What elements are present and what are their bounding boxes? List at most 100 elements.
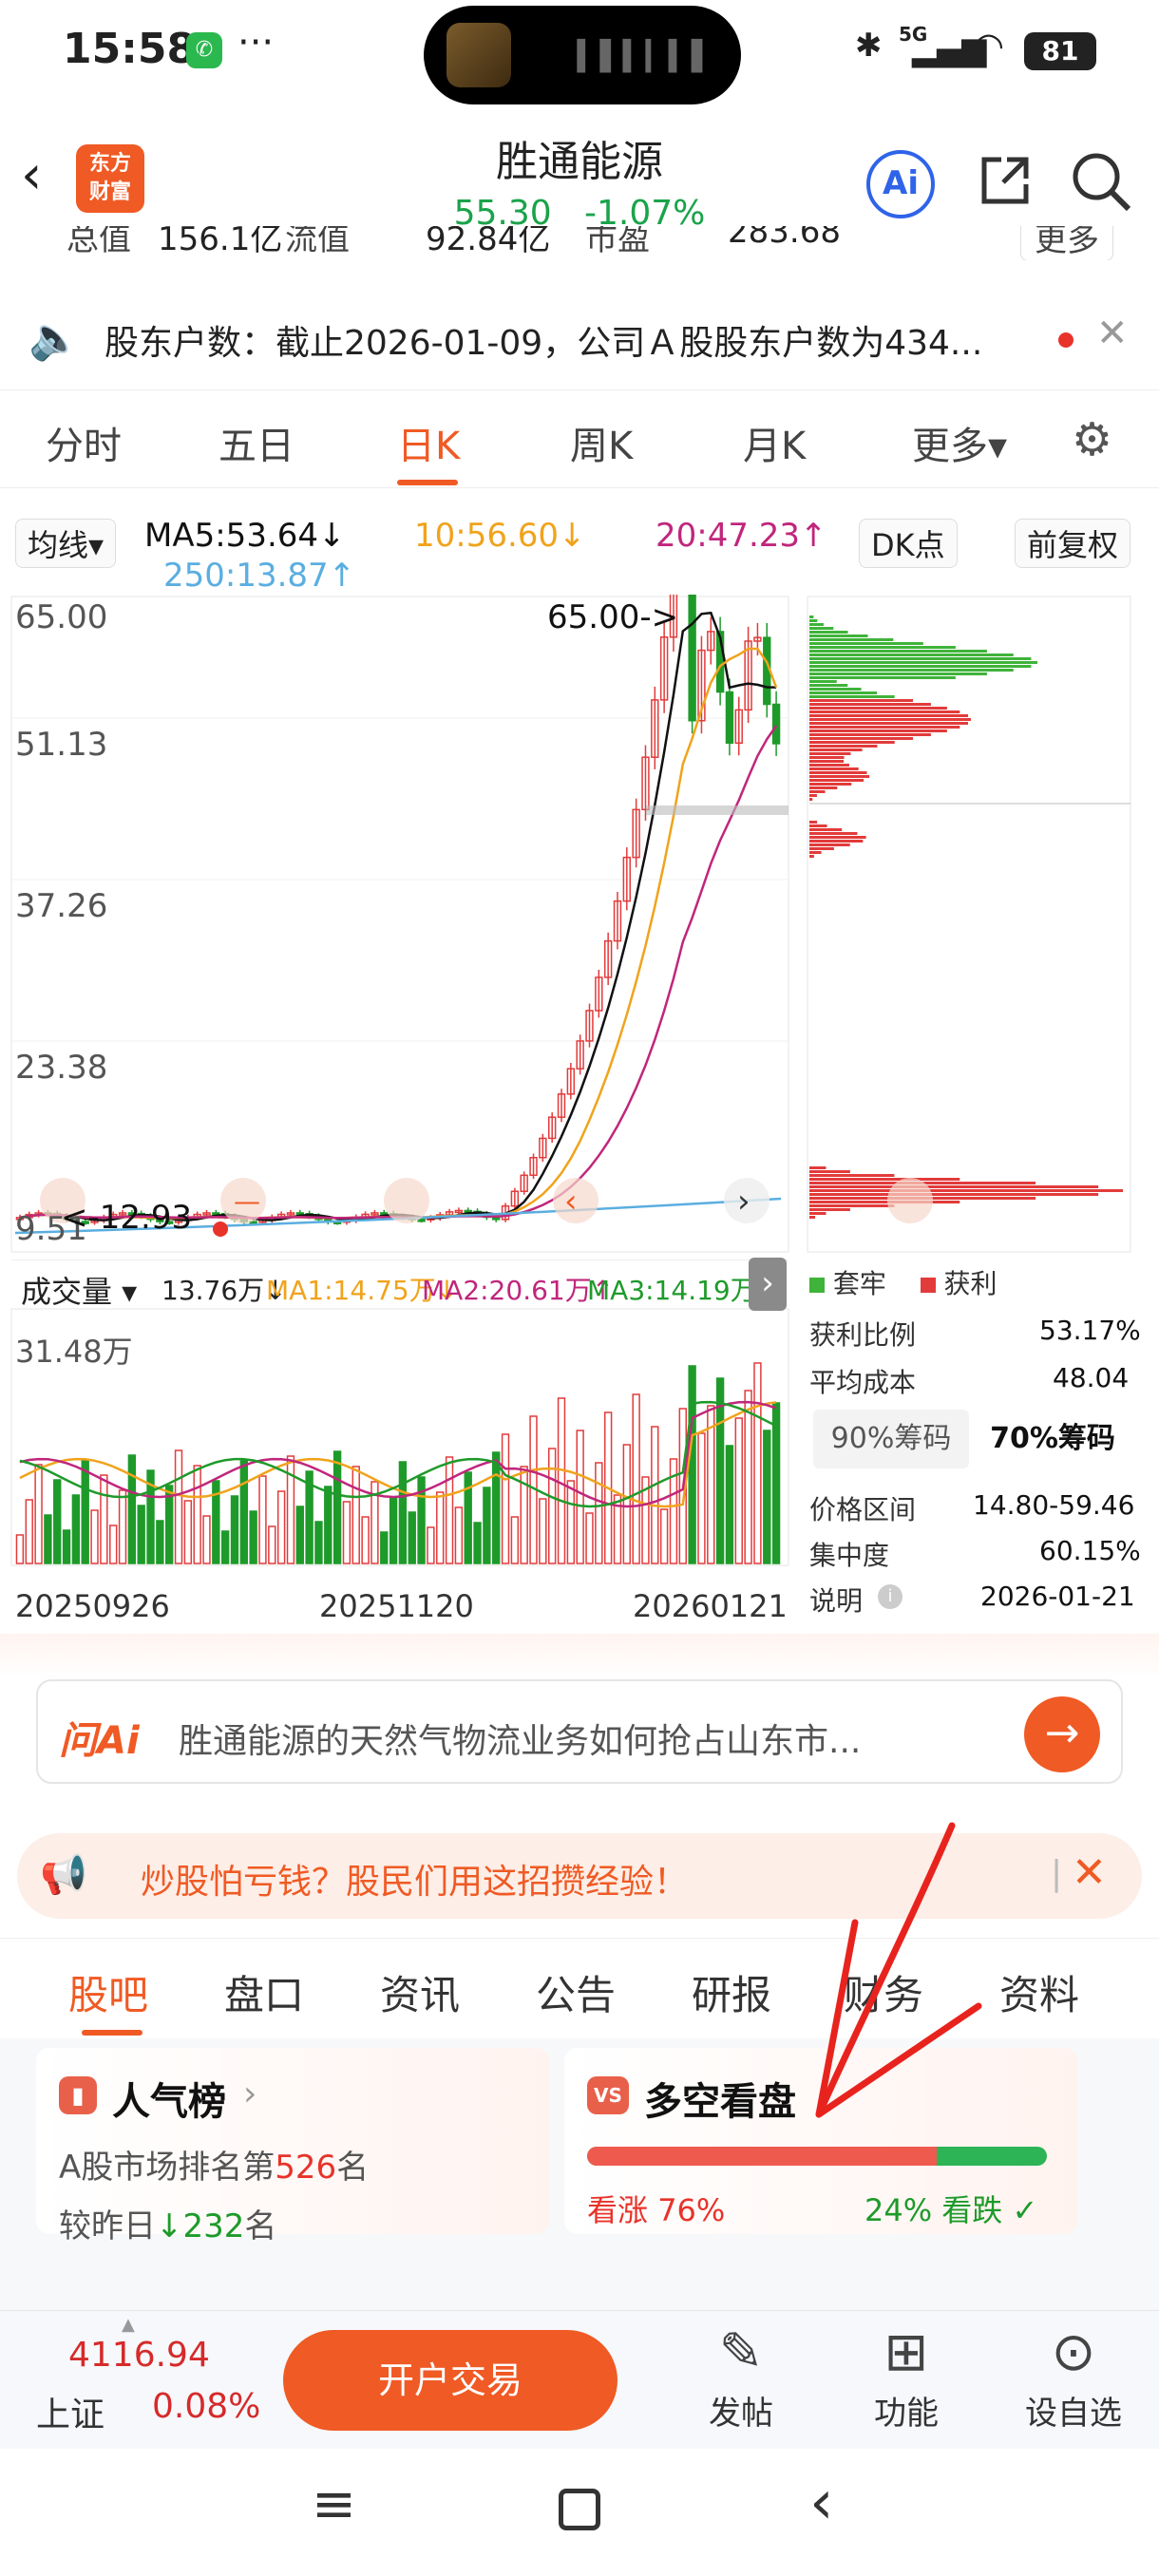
function-button[interactable]: ⊞ 功能 [859,2322,954,2434]
chip-bar [809,665,1032,668]
ma-legend: 均线▾ MA5:53.64↓ 10:56.60↓ 20:47.23↑ 250:1… [0,490,1159,595]
chips-90-tab[interactable]: 90%筹码 [813,1410,969,1468]
volume-bar [501,1433,510,1564]
close-icon[interactable]: ✕ [1096,312,1129,355]
tab-finance[interactable]: 财务 [844,1963,923,2021]
chip-bar [809,653,1014,656]
bull-line: 看涨 76% [587,2187,725,2230]
promo-text[interactable]: 炒股怕亏钱？股民们用这招攒经验！ [141,1854,688,1904]
gear-icon[interactable]: ⚙ [1072,413,1112,466]
total-value: 156.1亿 [158,226,283,258]
volume-bar [557,1397,566,1564]
close-icon[interactable]: ✕ [1072,1848,1107,1897]
tab-intraday[interactable]: 分时 [46,415,122,470]
search-icon[interactable] [1070,150,1132,213]
ask-bg [0,1634,1159,1679]
chips-70-tab[interactable]: 70%筹码 [975,1410,1130,1468]
chip-bar [809,828,843,831]
popular-card[interactable]: ▮ 人气榜 › A股市场排名第526名 较昨日↓232名 [36,2048,549,2245]
promo-banner[interactable]: 📢 炒股怕亏钱？股民们用这招攒经验！ | ✕ [17,1833,1142,1919]
menu-icon[interactable]: ≡ [312,2473,356,2535]
ma-type-select[interactable]: 均线▾ [15,519,117,568]
tab-pankou[interactable]: 盘口 [224,1963,304,2021]
bull-bear-bar [587,2147,1047,2166]
tab-daily-k[interactable]: 日K [397,415,460,470]
float-value-label: 流值 [285,226,350,258]
chips-bars [809,616,1130,1219]
index-value[interactable]: 4116.94 [68,2336,210,2375]
expand-arrow-icon[interactable]: › [749,1258,787,1311]
chip-bar [809,1170,850,1173]
tab-profile[interactable]: 资料 [999,1963,1079,2021]
chip-bar [809,714,969,717]
notice-text[interactable]: 股东户数：截止2026-01-09，公司Ａ股股东户数为434... [104,315,982,365]
bull-label: 看涨 [587,2192,649,2228]
chip-bar [809,745,878,748]
ask-ai-box[interactable]: 问Ai 胜通能源的天然气物流业务如何抢占山东市... → [36,1679,1123,1784]
nav-down-icon[interactable] [887,1178,933,1223]
volume-bar [174,1449,183,1564]
volume-select[interactable]: 成交量 ▾ [21,1268,137,1312]
dk-point-button[interactable]: DK点 [859,519,958,568]
ma-lines [14,611,788,1235]
chips-date: 2026-01-21 [980,1581,1135,1612]
tab-monthly-k[interactable]: 月K [743,415,806,470]
chip-bar [809,1212,826,1215]
notice-bar[interactable]: 🔈 股东户数：截止2026-01-09，公司Ａ股股东户数为434... ✕ [0,285,1159,389]
arrow-right-icon[interactable]: → [1024,1696,1100,1772]
bluetooth-icon: ✱ [855,27,883,65]
edit-icon: ✎ [718,2321,764,2383]
add-watchlist-button[interactable]: ⊙ 设自选 [1016,2322,1130,2434]
chevron-right-icon[interactable]: › [243,2074,256,2113]
megaphone-icon: 📢 [40,1853,87,1897]
info-icon[interactable]: i [878,1584,902,1609]
tab-more[interactable]: 更多▾ [912,415,1007,470]
open-account-button[interactable]: 开户交易 [283,2330,618,2431]
collapse-caret-icon[interactable]: ▲ [122,2315,135,2335]
ask-ai-question[interactable]: 胜通能源的天然气物流业务如何抢占山东市... [179,1714,861,1763]
concentration-label: 集中度 [809,1540,890,1571]
volume-bar [268,1525,276,1564]
tab-announce[interactable]: 公告 [536,1963,616,2021]
home-icon[interactable] [559,2489,600,2530]
volume-bar [249,1510,257,1564]
index-name[interactable]: 上证 [36,2387,104,2436]
price-frame [10,596,789,1253]
chip-bar [809,775,870,778]
volume-bar [380,1531,389,1564]
share-icon[interactable] [975,150,1036,211]
tab-weekly-k[interactable]: 周K [570,415,633,470]
kline-chart-area[interactable]: — ‹ › 65.00 51.13 37.26 23.38 9.51 65.00… [0,595,1159,1630]
adjust-button[interactable]: 前复权 [1015,519,1131,568]
tab-research[interactable]: 研报 [692,1963,771,2021]
ai-button[interactable]: Ai [866,150,935,218]
candle-body [771,703,781,745]
ma5-value: MA5:53.64↓ [144,517,346,555]
volume-bar [361,1516,370,1564]
chip-bar [809,821,818,824]
more-button[interactable]: 更多 [1020,226,1113,260]
volume-bar [725,1445,734,1564]
event-dot[interactable] [213,1222,228,1237]
tab-guba[interactable]: 股吧 [68,1963,148,2021]
tab-5day[interactable]: 五日 [218,415,294,470]
kline-svg[interactable]: — ‹ › [0,595,1159,1630]
bull-value: 76% [657,2192,726,2228]
volume-bar [193,1465,201,1564]
grid-icon: ⊞ [884,2321,929,2383]
system-nav-bar: ≡ ‹ [0,2449,1159,2576]
volume-bar [295,1506,304,1564]
vol-ma2: MA2:20.61万↑ [422,1275,615,1306]
nav-plus-icon[interactable] [384,1178,429,1223]
longshort-card[interactable]: VS 多空看盘 看涨 76% 24% 看跌 ✓ [564,2048,1077,2234]
post-button[interactable]: ✎ 发帖 [694,2322,788,2434]
chip-bar [809,786,838,789]
back-nav-icon[interactable]: ‹ [809,2468,834,2538]
volume-bar [659,1508,669,1564]
volume-bar [688,1365,696,1564]
y-tick-2: 51.13 [15,726,108,764]
tab-news[interactable]: 资讯 [380,1963,460,2021]
volume-bar [220,1530,230,1564]
dynamic-island[interactable]: ▍▌▍▎▍▌ [424,6,741,104]
bear-label: 看跌 [941,2192,1003,2228]
